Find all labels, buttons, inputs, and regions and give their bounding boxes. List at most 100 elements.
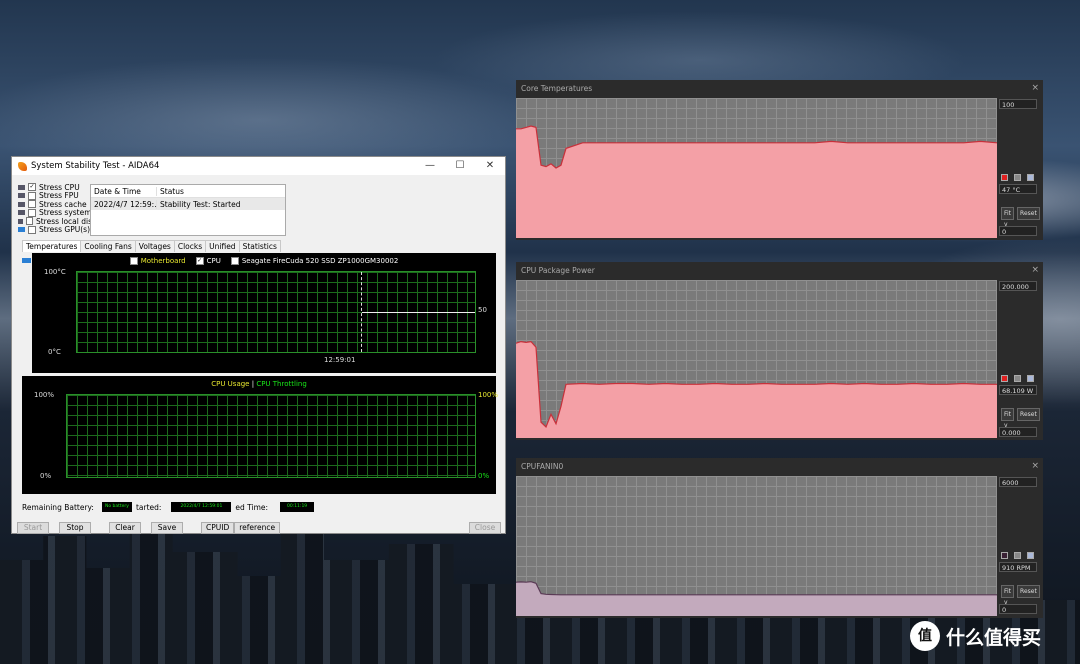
throttle-axis-min: 0% <box>478 472 490 480</box>
fit-y-button[interactable]: Fit y <box>1001 207 1015 228</box>
current-value: 68.109 W <box>999 385 1037 395</box>
stop-button[interactable]: Stop <box>59 522 91 534</box>
series-area <box>516 341 997 438</box>
cpu-package-power-series <box>516 340 997 438</box>
stress-fpu-checkbox[interactable] <box>28 191 36 200</box>
stress-cpu-checkbox[interactable]: ✓ <box>28 183 36 192</box>
smzdm-logo-icon: 值 <box>910 621 940 651</box>
test-started-label: tarted: <box>135 502 162 512</box>
stress-gpu-checkbox[interactable] <box>28 225 36 234</box>
close-button[interactable]: ✕ <box>475 157 505 175</box>
motherboard-checkbox[interactable] <box>129 257 138 265</box>
tab-unified[interactable]: Unified <box>205 240 240 252</box>
legend-cpu[interactable]: ✓ CPU <box>195 257 221 265</box>
stress-cache-checkbox[interactable] <box>28 200 36 209</box>
series-fill-swatch[interactable] <box>1027 174 1034 181</box>
panel-controls: 200.000 68.109 W Fit y Reset 0.000 <box>999 280 1040 438</box>
current-value: 47 °C <box>999 184 1037 194</box>
reset-button[interactable]: Reset <box>1017 585 1040 598</box>
tab-clocks[interactable]: Clocks <box>173 240 207 252</box>
temperature-graph: Motherboard ✓ CPU Seagate FireCuda 520 SS… <box>32 253 496 373</box>
series-color-swatch[interactable] <box>1001 375 1008 382</box>
core-temperatures-series <box>516 125 997 238</box>
series-line <box>516 581 997 596</box>
series-fill-swatch[interactable] <box>1027 552 1034 559</box>
start-button[interactable]: Start <box>17 522 49 534</box>
cpu-fan-panel: CPUFANIN0 × 6000 910 RPM Fit y Reset 0 <box>516 458 1043 618</box>
stress-system-option[interactable]: Stress system <box>18 208 92 217</box>
tab-cooling-fans[interactable]: Cooling Fans <box>80 240 136 252</box>
aida64-flame-icon <box>18 161 27 171</box>
status-footer: Remaining Battery: No battery tarted: 20… <box>22 502 315 512</box>
legend-motherboard[interactable]: Motherboard <box>129 257 186 265</box>
graph-max-label: 100 <box>999 99 1037 109</box>
series-fill-swatch[interactable] <box>1027 375 1034 382</box>
table-row[interactable]: 2022/4/7 12:59:... Stability Test: Start… <box>91 198 285 210</box>
action-buttons: Start Stop Clear Save CPUID reference Cl… <box>17 522 501 534</box>
cpuid-button[interactable]: CPUID <box>201 522 235 534</box>
cpu-package-power-panel: CPU Package Power × 200.000 68.109 W Fit… <box>516 262 1043 440</box>
legend-ssd[interactable]: Seagate FireCuda 520 SSD ZP1000GM30002 <box>230 257 398 265</box>
graph-min-label: 0 <box>999 226 1037 236</box>
series-style-swatch[interactable] <box>1014 552 1021 559</box>
tab-statistics[interactable]: Statistics <box>238 240 281 252</box>
save-button[interactable]: Save <box>151 522 183 534</box>
stress-system-checkbox[interactable] <box>28 208 36 217</box>
series-style-swatch[interactable] <box>1014 174 1021 181</box>
close-icon[interactable]: × <box>1031 265 1039 275</box>
stress-cpu-option[interactable]: ✓ Stress CPU <box>18 183 92 192</box>
stress-gpu-option[interactable]: Stress GPU(s) <box>18 225 92 235</box>
series-color-swatch[interactable] <box>1001 552 1008 559</box>
disk-icon <box>18 218 24 224</box>
cpu-checkbox[interactable]: ✓ <box>195 257 204 265</box>
close-icon[interactable]: × <box>1031 461 1039 471</box>
stress-options-list: ✓ Stress CPU Stress FPU Stress cache Stre… <box>18 183 92 234</box>
status-log-table: Date & Time Status 2022/4/7 12:59:... St… <box>90 184 286 236</box>
tab-voltages[interactable]: Voltages <box>134 240 175 252</box>
legend-cpu-usage: CPU Usage <box>211 380 250 388</box>
stress-cache-label: Stress cache <box>39 200 87 209</box>
stress-fpu-option[interactable]: Stress FPU <box>18 191 92 200</box>
panel-title[interactable]: CPU Package Power <box>516 262 1043 280</box>
stress-gpu-label: Stress GPU(s) <box>39 225 91 235</box>
panel-title[interactable]: CPUFANIN0 <box>516 458 1043 476</box>
series-area <box>516 581 997 616</box>
preferences-button[interactable]: reference <box>234 522 281 534</box>
usage-axis-min: 0% <box>40 472 52 480</box>
stress-disk-label: Stress local dis <box>35 217 92 226</box>
reset-button[interactable]: Reset <box>1017 408 1040 421</box>
reset-button[interactable]: Reset <box>1017 207 1040 220</box>
series-color-swatches <box>1001 375 1034 382</box>
maximize-button[interactable]: ☐ <box>445 157 475 175</box>
column-header-datetime[interactable]: Date & Time <box>91 186 157 196</box>
stress-disk-option[interactable]: Stress local dis <box>18 217 92 226</box>
series-style-swatch[interactable] <box>1014 375 1021 382</box>
clear-button[interactable]: Clear <box>109 522 141 534</box>
legend-separator: | <box>251 380 255 388</box>
current-value: 910 RPM <box>999 562 1037 572</box>
window-titlebar[interactable]: System Stability Test - AIDA64 — ☐ ✕ <box>12 157 505 175</box>
panel-buttons: Fit y Reset <box>1001 585 1040 606</box>
cpu-temp-value: 50 <box>478 306 487 314</box>
stress-cache-option[interactable]: Stress cache <box>18 200 92 209</box>
stress-disk-checkbox[interactable] <box>26 217 33 226</box>
graph-max-label: 200.000 <box>999 281 1037 291</box>
cache-icon <box>18 201 25 207</box>
core-temperatures-panel: Core Temperatures × 100 47 °C Fit y Rese… <box>516 80 1043 240</box>
series-color-swatch[interactable] <box>1001 174 1008 181</box>
panel-title[interactable]: Core Temperatures <box>516 80 1043 98</box>
minimize-button[interactable]: — <box>415 157 445 175</box>
window-title: System Stability Test - AIDA64 <box>31 161 160 171</box>
close-icon[interactable]: × <box>1031 83 1039 93</box>
legend-cpu-throttling: CPU Throttling <box>256 380 307 388</box>
graph-scroll-indicator <box>22 258 31 263</box>
close-dialog-button[interactable]: Close <box>469 522 501 534</box>
ssd-checkbox[interactable] <box>230 257 239 265</box>
cpu-usage-graph: CPU Usage | CPU Throttling 100% 0% 100% … <box>22 376 498 494</box>
fit-y-button[interactable]: Fit y <box>1001 408 1015 429</box>
tab-temperatures[interactable]: Temperatures <box>22 240 82 252</box>
graph-max-label: 6000 <box>999 477 1037 487</box>
gpu-icon <box>18 227 25 233</box>
column-header-status[interactable]: Status <box>157 187 184 196</box>
fit-y-button[interactable]: Fit y <box>1001 585 1015 606</box>
